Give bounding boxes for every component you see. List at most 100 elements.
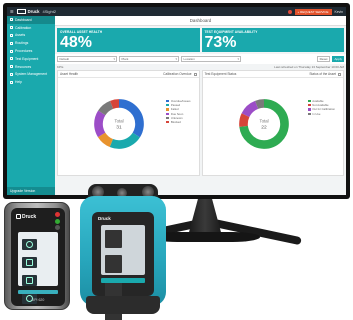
donut-center-label: Total	[259, 118, 268, 123]
led-green-icon	[55, 218, 60, 224]
sidebar-item-calibration[interactable]: Calibration	[7, 24, 55, 32]
plant-select[interactable]: Plant ▾	[119, 56, 179, 62]
sidebar-item-label: Procedures	[15, 49, 33, 54]
legend-swatch	[166, 112, 170, 115]
kpi-tile-test-equipment[interactable]: TEST EQUIPMENT AVAILABILITY 73%	[201, 28, 344, 52]
kpi-tile-value: 48%	[60, 34, 93, 51]
legend-label: Blocked	[170, 120, 181, 125]
sidebar-item-resources[interactable]: Resources	[7, 63, 55, 71]
device-screen	[18, 232, 58, 304]
apply-button[interactable]: Apply	[332, 56, 344, 62]
user-menu[interactable]: Kevin	[335, 10, 343, 14]
sidebar-item-system-management[interactable]: System Management	[7, 71, 55, 79]
sidebar-item-label: Dashboard	[15, 17, 32, 22]
sidebar-item-routings[interactable]: Routings	[7, 39, 55, 47]
sidebar-item-label: Resources	[15, 64, 32, 69]
kpi-section-label: KPIs	[57, 64, 64, 69]
sidebar-item-procedures[interactable]: Procedures	[7, 47, 55, 55]
donut-center-value: 31	[116, 124, 122, 130]
site-select-value: Default	[59, 57, 70, 61]
chart-panels: Asset Health Calibration Overdue Total 31…	[55, 69, 346, 177]
sidebar-item-assets[interactable]: Assets	[7, 32, 55, 40]
device-brand-text: Druck	[98, 216, 111, 221]
legend-swatch	[307, 112, 311, 115]
menu-icon[interactable]: ☰	[10, 9, 14, 14]
chevron-down-icon: ▾	[113, 57, 115, 61]
sidebar: Dashboard Calibration Assets Routings Proced…	[7, 16, 55, 195]
sidebar-item-label: Routings	[15, 41, 29, 46]
panel-header-right: Calibration Overdue	[163, 72, 197, 76]
last-refreshed-text: Last refreshed on Thursday 13 September …	[274, 64, 344, 69]
sidebar-item-label: Test Equipment	[15, 56, 39, 61]
kpi-tiles: OVERALL ASSET HEALTH 48% TEST EQUIPMENT …	[55, 26, 346, 54]
asset-health-legend: Overdue/Issues Passed Failed Due Soon Unknow…	[166, 99, 191, 124]
checkbox-icon[interactable]	[338, 72, 341, 76]
upgrade-version-label: Upgrade Version	[10, 189, 36, 193]
led-red-icon	[55, 212, 60, 217]
panel-header-right: Status of the Asset	[309, 72, 341, 76]
kpi-tile-value: 73%	[204, 34, 237, 51]
panel-title: Test Equipment Status	[204, 72, 237, 76]
sidebar-item-label: Calibration	[15, 25, 32, 30]
device-screen-tile	[105, 255, 122, 273]
monitor-stand-base	[150, 232, 260, 242]
handheld-calibrator-small: Druck DPI 620	[4, 202, 70, 310]
legend-label: In Use	[312, 111, 321, 116]
checkbox-icon[interactable]	[193, 72, 197, 76]
legend-swatch	[307, 108, 311, 111]
device-brand: Druck	[16, 214, 36, 220]
page-title-bar: Dashboard	[55, 16, 346, 26]
assets-icon	[10, 33, 13, 37]
status-leds	[55, 212, 60, 232]
legend-swatch	[307, 100, 311, 103]
calibration-icon	[10, 26, 13, 30]
legend-item[interactable]: Blocked	[166, 120, 190, 124]
kpi-tile-asset-health[interactable]: OVERALL ASSET HEALTH 48%	[57, 28, 200, 52]
monitor-stand-neck	[188, 198, 222, 236]
request-service-button[interactable]: + REQUEST SERVICE	[294, 8, 332, 15]
top-bar: ☰ Druck 4Sight2 + REQUEST SERVICE Kevin	[7, 7, 346, 16]
panel-asset-health: Asset Health Calibration Overdue Total 31…	[57, 70, 200, 176]
device-screen-tile	[105, 230, 122, 248]
test-equipment-donut[interactable]: Total22	[237, 97, 291, 151]
device-model-label: DPI 620	[31, 298, 45, 302]
legend-item[interactable]: In Use	[307, 111, 335, 116]
panel-header: Test Equipment Status Status of the Asse…	[202, 71, 343, 78]
notification-icon[interactable]	[287, 9, 292, 14]
asset-health-donut[interactable]: Total31	[92, 97, 146, 151]
legend-swatch	[307, 104, 311, 107]
reset-label: Reset	[319, 57, 328, 61]
sidebar-item-label: System Management	[15, 72, 48, 77]
device-base	[86, 296, 160, 314]
filter-bar: Default ▾ Plant ▾ Location ▾ Reset Apply	[55, 54, 346, 64]
legend-swatch	[166, 108, 170, 111]
page-title: Dashboard	[189, 18, 212, 23]
sidebar-item-dashboard[interactable]: Dashboard	[7, 16, 55, 24]
help-icon	[10, 80, 13, 84]
sidebar-item-label: Help	[15, 80, 22, 85]
routings-icon	[10, 41, 13, 45]
device-screen-tile	[22, 239, 37, 250]
site-select[interactable]: Default ▾	[57, 56, 117, 62]
panel-filter-label[interactable]: Status of the Asset	[309, 72, 336, 76]
panel-filter-label[interactable]: Calibration Overdue	[163, 72, 191, 76]
sidebar-item-help[interactable]: Help	[7, 78, 55, 86]
upgrade-version-button[interactable]: Upgrade Version	[7, 187, 55, 195]
pressure-calibrator-large: Druck	[80, 184, 166, 320]
legend-swatch	[166, 120, 170, 124]
sidebar-item-test-equipment[interactable]: Test Equipment	[7, 55, 55, 63]
reset-button[interactable]: Reset	[316, 56, 331, 62]
legend-swatch	[166, 116, 170, 119]
procedures-icon	[10, 49, 13, 53]
device-face: Druck	[92, 212, 154, 320]
device-screen-bar	[18, 290, 58, 294]
led-off-icon	[55, 225, 60, 230]
panel-test-equipment-status: Test Equipment Status Status of the Asse…	[201, 70, 344, 176]
app-name: 4Sight2	[42, 9, 57, 14]
document-icon	[26, 259, 33, 266]
location-select[interactable]: Location ▾	[181, 56, 241, 62]
test-equipment-legend: Available Not Available Out for Calibratio…	[307, 99, 335, 116]
device-screen	[101, 225, 145, 320]
chevron-down-icon: ▾	[175, 57, 177, 61]
druck-logo-icon	[16, 9, 26, 14]
